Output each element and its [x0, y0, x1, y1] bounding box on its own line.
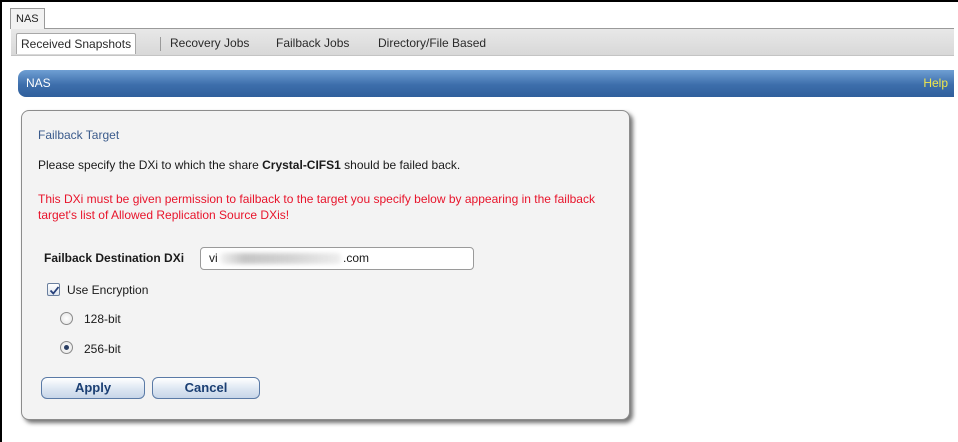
- apply-button[interactable]: Apply: [41, 377, 145, 399]
- radio-128-bit-label: 128-bit: [84, 312, 121, 326]
- destination-value-prefix: vi: [209, 251, 218, 265]
- tab-recovery-jobs[interactable]: Recovery Jobs: [166, 33, 253, 54]
- destination-label: Failback Destination DXi: [44, 251, 185, 265]
- radio-256-bit[interactable]: [60, 341, 73, 354]
- app-frame: NAS Received Snapshots Recovery Jobs Fai…: [0, 0, 958, 442]
- cancel-button[interactable]: Cancel: [152, 377, 260, 399]
- checkmark-icon: [49, 286, 60, 295]
- tab-separator: [160, 37, 161, 51]
- tab-failback-jobs[interactable]: Failback Jobs: [272, 33, 353, 54]
- radio-256-bit-label: 256-bit: [84, 342, 121, 356]
- nas-header-bar: NAS Help: [18, 70, 954, 97]
- destination-value-suffix: .com: [343, 251, 370, 265]
- tab-directory-file-based[interactable]: Directory/File Based: [374, 33, 490, 54]
- instruction-before: Please specify the DXi to which the shar…: [38, 158, 263, 172]
- instruction-after: should be failed back.: [340, 158, 461, 172]
- redacted-hostname: [220, 253, 341, 264]
- tab-nas[interactable]: NAS: [10, 8, 45, 29]
- instruction-text: Please specify the DXi to which the shar…: [38, 158, 460, 172]
- top-tab-strip: NAS: [10, 8, 954, 29]
- panel-title: Failback Target: [38, 128, 120, 142]
- use-encryption-checkbox[interactable]: [47, 283, 60, 296]
- radio-128-bit[interactable]: [60, 312, 73, 325]
- sub-navigation: Received Snapshots Recovery Jobs Failbac…: [11, 29, 954, 56]
- failback-target-panel: Failback Target Please specify the DXi t…: [21, 110, 630, 420]
- header-title: NAS: [26, 76, 51, 90]
- permission-warning: This DXi must be given permission to fai…: [38, 192, 595, 222]
- use-encryption-label: Use Encryption: [67, 283, 149, 297]
- help-link[interactable]: Help: [923, 76, 948, 90]
- tab-received-snapshots[interactable]: Received Snapshots: [16, 33, 137, 54]
- share-name: Crystal-CIFS1: [262, 158, 341, 172]
